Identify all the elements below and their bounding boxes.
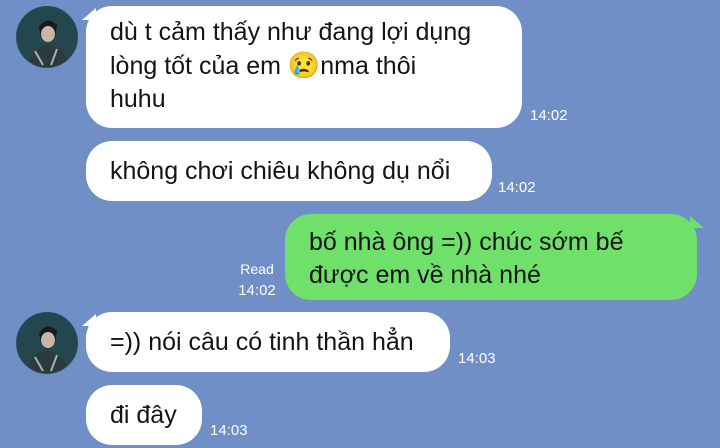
message-time: 14:02 [530,107,568,124]
message-text: đi đây [110,401,177,429]
contact-avatar[interactable] [16,312,78,374]
read-status: Read [240,261,274,277]
read-receipt: Read 14:02 [232,259,282,301]
message-bubble-3[interactable]: bố nhà ông =)) chúc sớm bế được em về nh… [285,214,697,300]
contact-avatar[interactable] [16,6,78,68]
message-time: 14:02 [238,282,276,299]
message-bubble-4[interactable]: =)) nói câu có tinh thần hẳn [86,312,450,372]
message-time: 14:02 [498,179,536,196]
message-text: không chơi chiêu không dụ nổi [110,157,451,185]
message-text: được em về nhà nhé [309,261,541,289]
crying-face-emoji: 😢 [287,50,321,80]
message-text: huhu [110,85,166,113]
message-text: =)) nói câu có tinh thần hẳn [110,328,414,356]
message-bubble-2[interactable]: không chơi chiêu không dụ nổi [86,141,492,201]
message-bubble-5[interactable]: đi đây [86,385,202,445]
message-text: dù t cảm thấy như đang lợi dụng [110,18,472,46]
message-time: 14:03 [210,422,248,439]
message-text: nma thôi [320,52,417,80]
message-text: bố nhà ông =)) chúc sớm bế [309,228,624,256]
message-time: 14:03 [458,350,496,367]
message-text: lòng tốt của em [110,52,288,80]
message-bubble-1[interactable]: dù t cảm thấy như đang lợi dụng lòng tốt… [86,6,522,128]
